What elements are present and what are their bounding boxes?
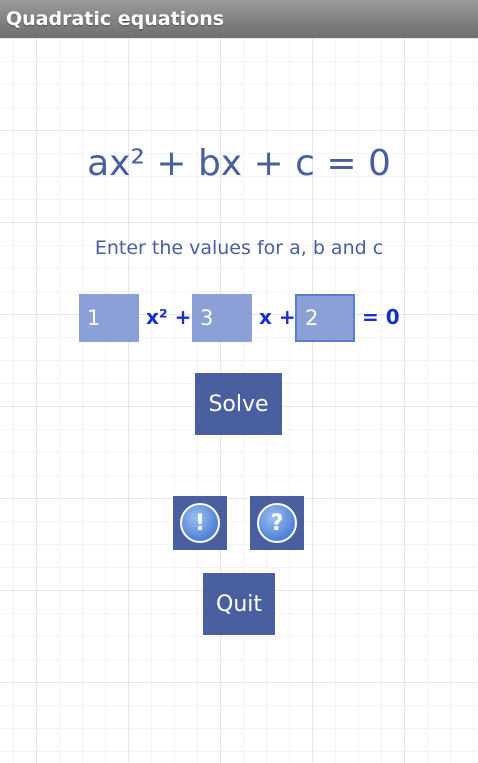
equals-zero-label: = 0 <box>362 305 400 329</box>
title-bar: Quadratic equations <box>0 0 478 38</box>
help-icon: ? <box>257 503 297 543</box>
help-button[interactable]: ? <box>250 496 304 550</box>
quit-button[interactable]: Quit <box>203 573 275 635</box>
a-input[interactable] <box>79 294 139 342</box>
c-input[interactable] <box>295 294 355 342</box>
info-icon: ! <box>180 503 220 543</box>
solve-button-label: Solve <box>208 391 269 417</box>
x-label: x + <box>259 305 296 329</box>
info-button[interactable]: ! <box>173 496 227 550</box>
equation-title: ax² + bx + c = 0 <box>87 143 391 184</box>
x-squared-label: x² + <box>146 305 192 329</box>
app-title: Quadratic equations <box>6 8 225 30</box>
solve-button[interactable]: Solve <box>195 373 282 435</box>
quit-button-label: Quit <box>216 591 262 617</box>
b-input[interactable] <box>192 294 252 342</box>
instructions-text: Enter the values for a, b and c <box>94 237 384 259</box>
